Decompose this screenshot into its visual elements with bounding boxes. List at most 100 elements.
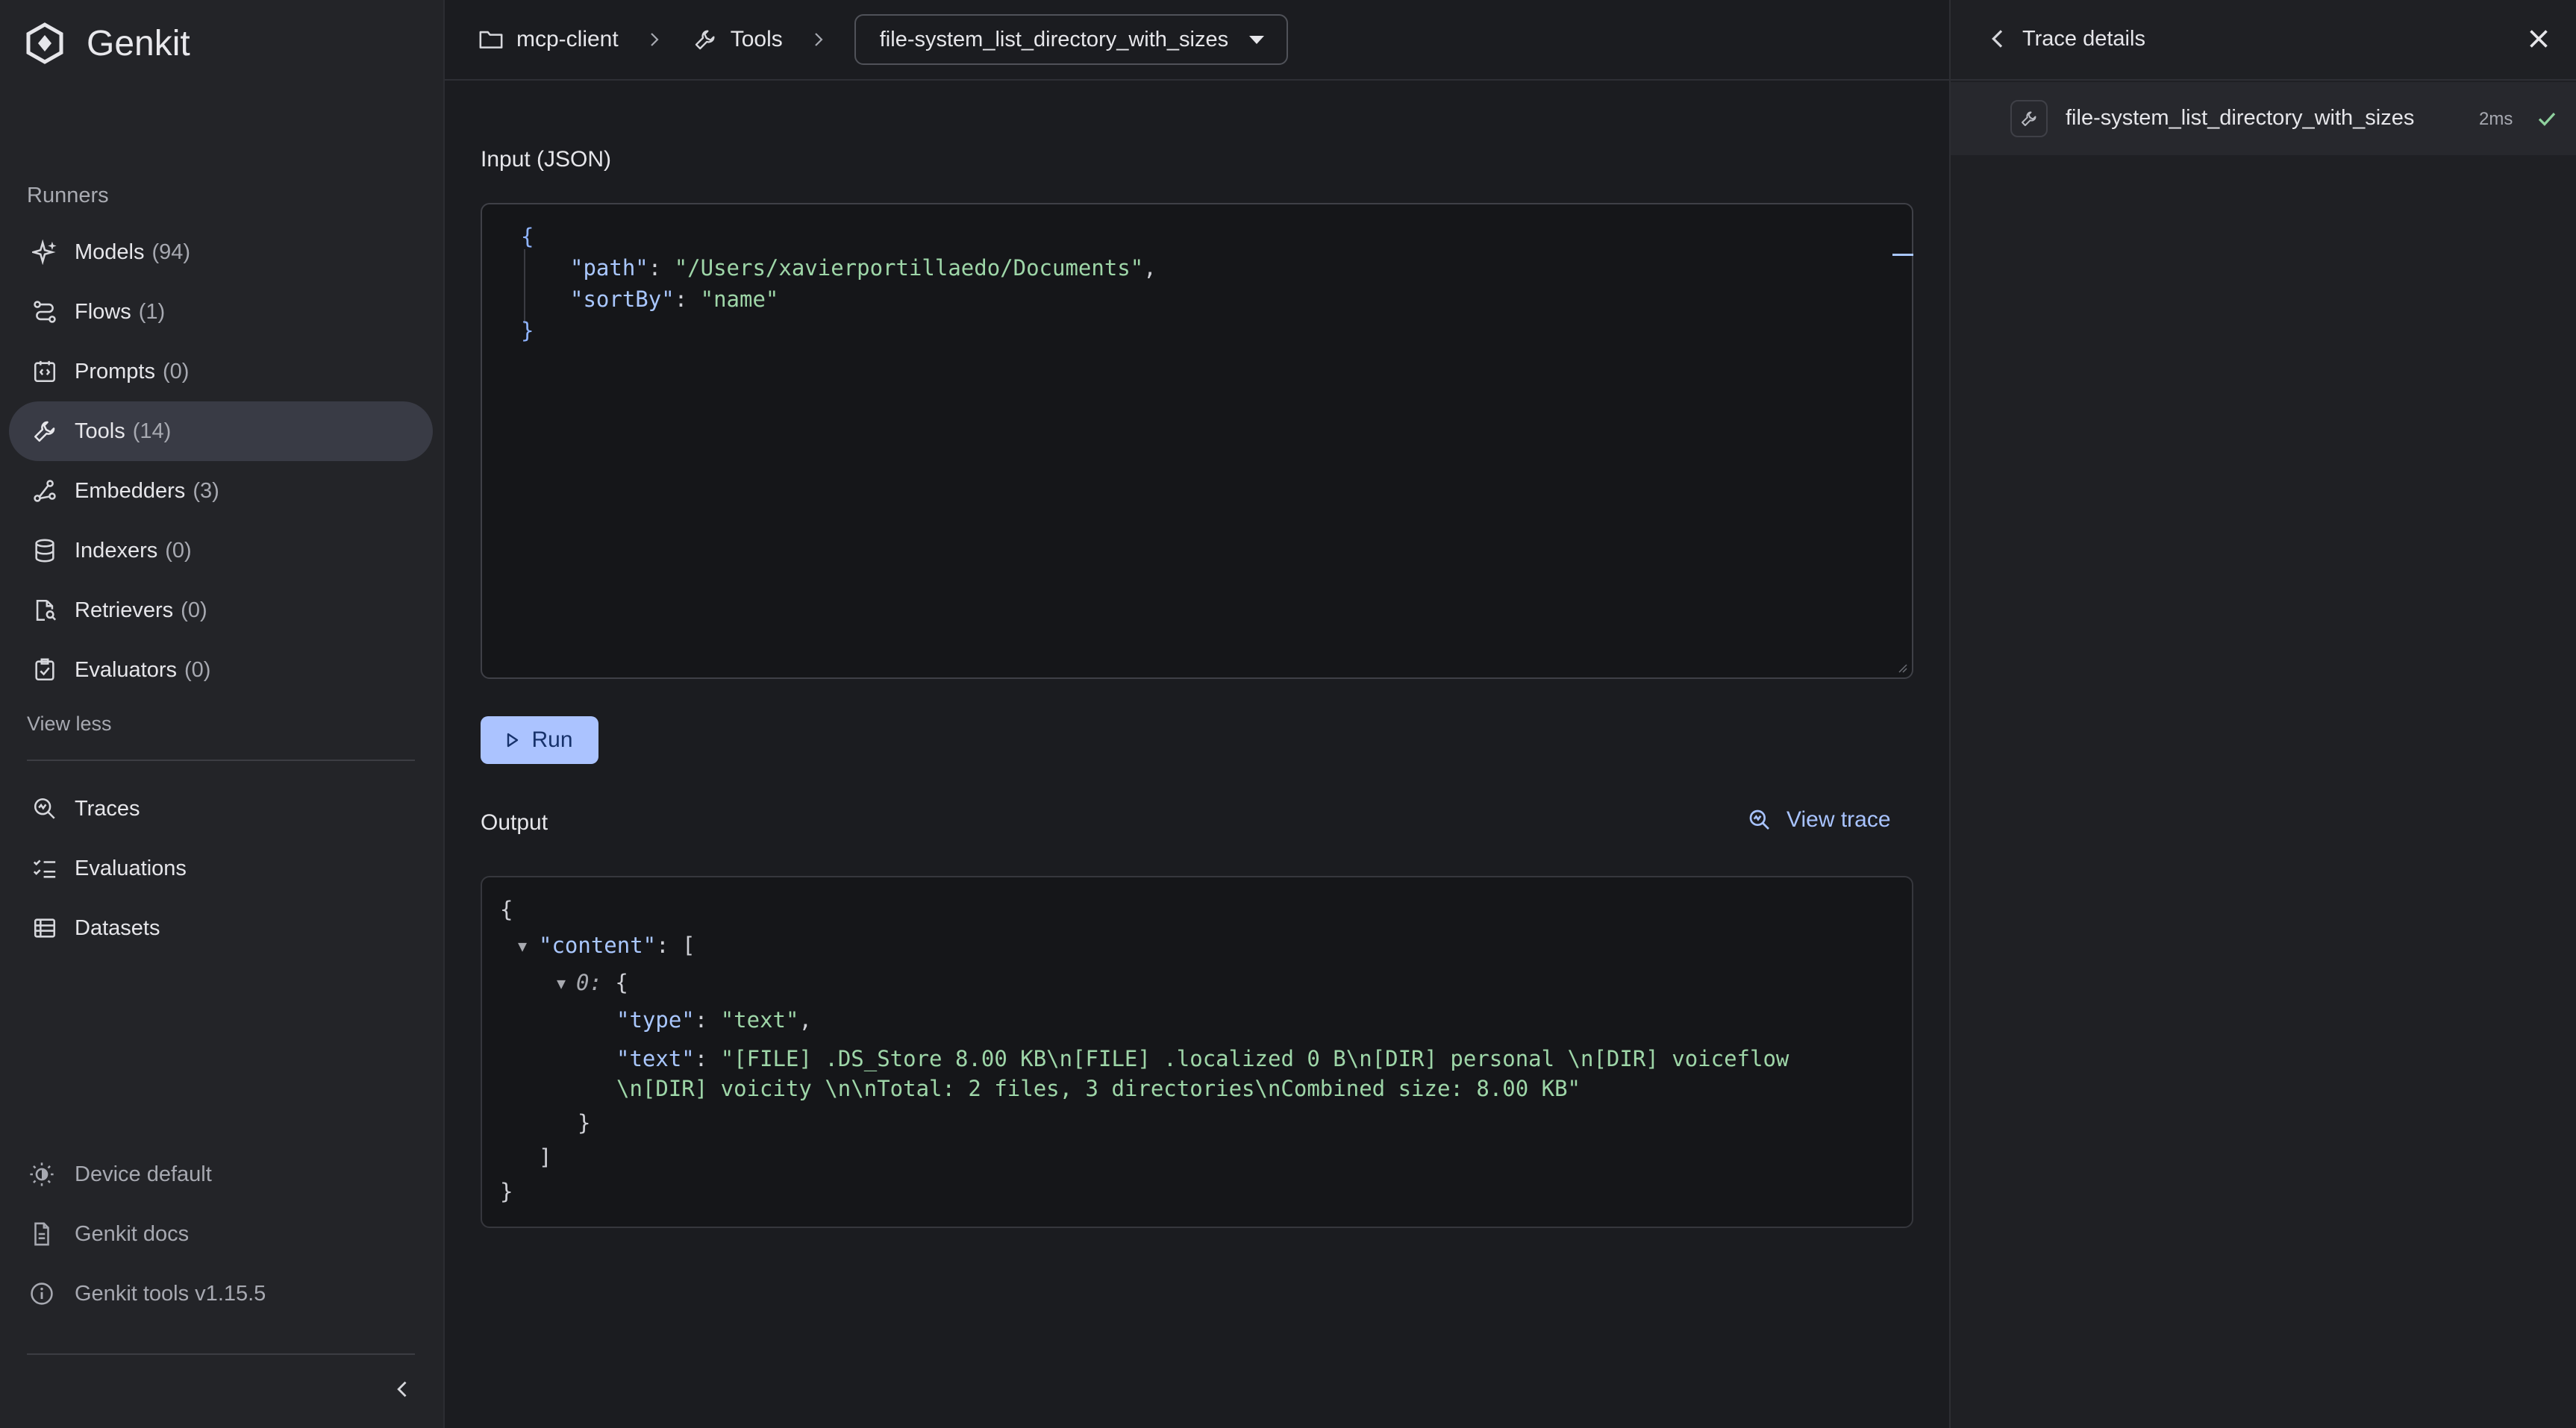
sidebar-item-evaluations[interactable]: Evaluations (9, 839, 433, 898)
sidebar-item-retrievers[interactable]: Retrievers (0) (9, 580, 433, 640)
document-icon (27, 1219, 57, 1249)
sidebar-item-datasets[interactable]: Datasets (9, 898, 433, 958)
wrench-icon (30, 416, 60, 446)
genkit-docs-link[interactable]: Genkit docs (27, 1219, 189, 1249)
collapse-triangle-icon[interactable]: ▼ (557, 974, 566, 992)
sidebar-item-embedders[interactable]: Embedders (3) (9, 461, 433, 521)
wrench-icon (690, 25, 720, 54)
flow-icon (30, 297, 60, 327)
sidebar-item-label: Retrievers (75, 598, 174, 622)
folder-icon (476, 25, 506, 54)
checkmark-icon (2536, 107, 2558, 130)
sidebar-item-label: Tools (75, 419, 125, 443)
evaluator-icon (30, 655, 60, 685)
code-line-index: 0: { (576, 970, 628, 995)
json-value: "[FILE] .DS_Store 8.00 KB\n[FILE] .local… (720, 1046, 1789, 1071)
trace-search-icon (30, 794, 60, 824)
sidebar-item-label: Evaluations (75, 856, 187, 880)
sidebar-item-models[interactable]: Models (94) (9, 222, 433, 282)
trace-search-icon (1748, 808, 1772, 832)
view-trace-button[interactable]: View trace (1748, 807, 1891, 833)
theme-label: Device default (75, 1162, 212, 1186)
sidebar-item-tools[interactable]: Tools (14) (9, 401, 433, 461)
json-key: "path" (570, 255, 648, 281)
json-input-editor[interactable]: { "path": "/Users/xavierportillaedo/Docu… (481, 203, 1913, 679)
table-icon (30, 913, 60, 943)
code-line-sortby: "sortBy": "name" (570, 286, 779, 312)
sidebar-item-count: (0) (181, 598, 207, 622)
close-icon (2530, 30, 2548, 48)
json-key: "sortBy" (570, 286, 675, 312)
sidebar-divider (27, 760, 415, 761)
json-key: "content" (539, 933, 657, 958)
checklist-icon (30, 854, 60, 883)
sidebar-item-count: (94) (151, 239, 191, 264)
json-key: "type" (616, 1007, 695, 1033)
prompt-icon (30, 357, 60, 386)
code-line-type: "type": "text", (616, 1007, 812, 1033)
sidebar-item-count: (0) (162, 359, 190, 383)
code-brace: { (615, 970, 628, 995)
view-less-link[interactable]: View less (27, 713, 112, 736)
input-label: Input (JSON) (481, 147, 612, 172)
json-value: "/Users/xavierportillaedo/Documents" (674, 255, 1144, 281)
sidebar-item-label: Embedders (75, 478, 186, 503)
json-value-continued: \n[DIR] voicity \n\nTotal: 2 files, 3 di… (616, 1076, 1581, 1101)
brightness-icon (27, 1159, 57, 1189)
view-trace-label: View trace (1786, 807, 1891, 832)
sidebar-item-indexers[interactable]: Indexers (0) (9, 521, 433, 580)
sidebar-item-count: (0) (165, 538, 192, 563)
code-brace: { (521, 224, 534, 249)
span-duration: 2ms (2479, 109, 2513, 129)
breadcrumb-project-label: mcp-client (516, 27, 619, 51)
sidebar-item-count: (14) (132, 419, 172, 443)
sidebar-item-prompts[interactable]: Prompts (0) (9, 342, 433, 401)
wrench-icon (2010, 100, 2048, 137)
json-output-viewer: { ▼ "content": [ ▼ 0: { "type": "text", … (481, 876, 1913, 1228)
sidebar-item-label: Evaluators (75, 657, 178, 682)
embedder-icon (30, 476, 60, 506)
theme-toggle[interactable]: Device default (27, 1159, 212, 1189)
sidebar-item-traces[interactable]: Traces (9, 779, 433, 839)
info-icon (27, 1279, 57, 1309)
chevron-left-icon (1992, 30, 2003, 48)
tools-version-info[interactable]: Genkit tools v1.15.5 (27, 1279, 266, 1309)
sidebar-item-label: Models (75, 239, 145, 264)
tool-select[interactable]: file-system_list_directory_with_sizes (854, 14, 1289, 65)
sidebar-item-label: Flows (75, 299, 131, 324)
sidebar-item-label: Datasets (75, 915, 160, 940)
span-name: file-system_list_directory_with_sizes (2066, 106, 2415, 130)
breadcrumb-section-label: Tools (730, 27, 783, 51)
chevron-right-icon (804, 25, 834, 54)
sidebar-item-label: Prompts (75, 359, 155, 383)
sidebar-item-count: (1) (138, 299, 166, 324)
sidebar-item-flows[interactable]: Flows (1) (9, 282, 433, 342)
code-line-content: "content": [ (539, 933, 695, 958)
retriever-icon (30, 595, 60, 625)
resize-handle-icon[interactable] (1897, 663, 1907, 673)
sidebar: Genkit Runners Models (94) Flows (1) Pro… (0, 0, 445, 1428)
brand[interactable]: Genkit (25, 22, 190, 64)
json-value: "text" (720, 1007, 799, 1033)
collapse-triangle-icon[interactable]: ▼ (518, 937, 527, 955)
trace-span-row[interactable]: file-system_list_directory_with_sizes 2m… (1951, 82, 2576, 155)
version-label: Genkit tools v1.15.5 (75, 1281, 266, 1306)
dropdown-arrow-icon (1248, 34, 1266, 46)
array-index: 0: (576, 970, 602, 995)
trace-panel-header: Trace details (1951, 0, 2576, 81)
back-button[interactable] (1986, 27, 2010, 51)
collapse-sidebar-button[interactable] (388, 1374, 418, 1404)
indent-guide (524, 249, 525, 324)
sidebar-item-label: Indexers (75, 538, 158, 563)
code-line-text: "text": "[FILE] .DS_Store 8.00 KB\n[FILE… (616, 1046, 1789, 1071)
sidebar-item-count: (3) (193, 478, 219, 503)
sidebar-item-evaluators[interactable]: Evaluators (0) (9, 640, 433, 700)
sparkle-icon (30, 237, 60, 267)
code-bracket: [ (682, 933, 695, 958)
run-button[interactable]: Run (481, 716, 598, 764)
tool-select-value: file-system_list_directory_with_sizes (879, 27, 1229, 51)
breadcrumb-project[interactable]: mcp-client (476, 25, 619, 54)
breadcrumb-section[interactable]: Tools (690, 25, 783, 54)
close-panel-button[interactable] (2525, 25, 2552, 52)
scroll-marker (1892, 254, 1913, 256)
